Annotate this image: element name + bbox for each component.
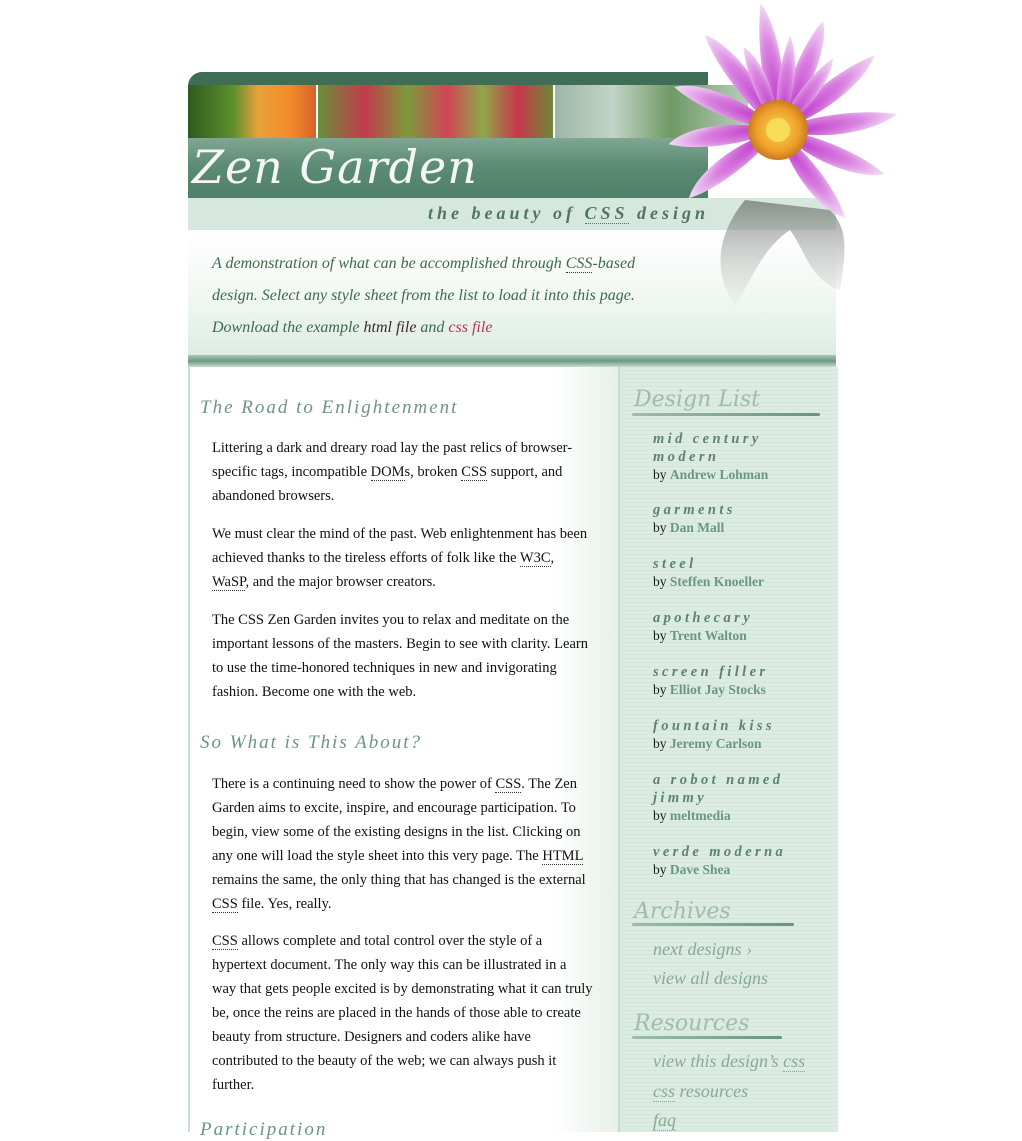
by-label: by <box>653 862 670 877</box>
intro-sentence: A demonstration of what can be accomplis… <box>212 255 566 272</box>
paragraph: CSS allows complete and total control ov… <box>212 929 594 1097</box>
design-author[interactable]: Elliot Jay Stocks <box>670 682 766 697</box>
design-byline: by meltmedia <box>653 807 823 825</box>
paragraph-text: s, broken <box>404 464 462 480</box>
paragraph-text: , and the major browser creators. <box>245 574 436 590</box>
section-title: Participation <box>200 1119 328 1140</box>
link-text: view this design’s <box>653 1051 784 1071</box>
design-byline: by Andrew Lohman <box>653 466 823 484</box>
sidebar: Design List mid century modern by Andrew… <box>618 367 838 1132</box>
leaves-photo <box>317 85 553 138</box>
download-and: and <box>416 319 449 336</box>
paragraph: There is a continuing need to show the p… <box>212 772 594 916</box>
design-byline: by Trent Walton <box>653 627 823 645</box>
design-author[interactable]: Jeremy Carlson <box>670 736 762 751</box>
abbr: css <box>653 1081 675 1102</box>
paragraph: We must clear the mind of the past. Web … <box>212 522 594 594</box>
paragraph-text: file. Yes, really. <box>237 896 332 912</box>
section-title: The Road to Enlightenment <box>200 397 459 418</box>
design-author[interactable]: meltmedia <box>670 808 731 823</box>
abbr: WaSP <box>212 574 246 591</box>
main-content: The Road to Enlightenment Littering a da… <box>188 367 622 1140</box>
section-title: So What is This About? <box>200 732 423 753</box>
paragraph-text: remains the same, the only thing that ha… <box>212 872 586 888</box>
by-label: by <box>653 736 670 751</box>
design-byline: by Jeremy Carlson <box>653 735 823 753</box>
abbr: CSS <box>495 776 522 793</box>
intro-text: A demonstration of what can be accomplis… <box>212 248 652 344</box>
design-item[interactable]: garments by Dan Mall <box>653 501 823 537</box>
abbr: W3C <box>519 550 551 567</box>
by-label: by <box>653 808 670 823</box>
lotus-flower-image <box>668 3 898 305</box>
download-prefix: Download the example <box>212 319 364 336</box>
paragraph: Littering a dark and dreary road lay the… <box>212 436 594 508</box>
paragraph-text: allows complete and total control over t… <box>212 933 593 1093</box>
view-all-designs-link[interactable]: view all designs <box>653 968 768 989</box>
abbr: DOM <box>370 464 405 481</box>
design-byline: by Dave Shea <box>653 861 823 879</box>
design-byline: by Dan Mall <box>653 519 823 537</box>
next-designs-link[interactable]: next designs › <box>653 939 752 960</box>
flower-photo <box>188 85 316 138</box>
design-list-heading: Design List <box>634 387 761 412</box>
design-name[interactable]: screen filler <box>653 663 823 681</box>
design-item[interactable]: verde moderna by Dave Shea <box>653 843 823 879</box>
site-logo: Zen Garden <box>192 140 478 194</box>
design-byline: by Elliot Jay Stocks <box>653 681 823 699</box>
link-text: resources <box>675 1081 749 1101</box>
abbr: HTML <box>542 848 583 865</box>
design-item[interactable]: apothecary by Trent Walton <box>653 609 823 645</box>
design-item[interactable]: fountain kiss by Jeremy Carlson <box>653 717 823 753</box>
abbr: CSS <box>212 933 238 950</box>
heading-rule <box>632 923 794 926</box>
design-item[interactable]: a robot named jimmy by meltmedia <box>653 771 823 825</box>
heading-rule <box>632 1036 782 1039</box>
design-name[interactable]: fountain kiss <box>653 717 823 735</box>
html-file-link[interactable]: html file <box>364 319 417 336</box>
by-label: by <box>653 628 670 643</box>
paragraph-text: , <box>550 550 555 566</box>
design-name[interactable]: a robot named jimmy <box>653 771 823 807</box>
by-label: by <box>653 682 670 697</box>
abbr: css <box>783 1051 806 1072</box>
design-name[interactable]: steel <box>653 555 823 573</box>
abbr: faq <box>653 1110 677 1131</box>
design-item[interactable]: steel by Steffen Knoeller <box>653 555 823 591</box>
css-file-link[interactable]: css file <box>448 319 492 336</box>
design-item[interactable]: screen filler by Elliot Jay Stocks <box>653 663 823 699</box>
design-name[interactable]: garments <box>653 501 823 519</box>
heading-rule <box>632 413 820 416</box>
design-author[interactable]: Steffen Knoeller <box>670 574 764 589</box>
design-author[interactable]: Andrew Lohman <box>670 467 768 482</box>
css-resources-link[interactable]: css resources <box>653 1081 748 1102</box>
paragraph-text: There is a continuing need to show the p… <box>212 776 496 792</box>
intro-divider <box>188 355 836 367</box>
paragraph: The CSS Zen Garden invites you to relax … <box>212 612 588 700</box>
archives-heading: Archives <box>634 899 731 924</box>
faq-link[interactable]: faq <box>653 1110 677 1131</box>
by-label: by <box>653 574 670 589</box>
design-author[interactable]: Dan Mall <box>670 520 724 535</box>
design-name[interactable]: verde moderna <box>653 843 823 861</box>
by-label: by <box>653 467 670 482</box>
design-byline: by Steffen Knoeller <box>653 573 823 591</box>
view-design-css-link[interactable]: view this design’s css <box>653 1051 806 1072</box>
intro-abbr: CSS <box>565 255 593 273</box>
tagline-abbr: CSS <box>584 203 629 224</box>
by-label: by <box>653 520 670 535</box>
design-author[interactable]: Trent Walton <box>670 628 747 643</box>
tagline-text: the beauty of <box>428 203 585 223</box>
abbr: CSS <box>461 464 488 481</box>
resources-heading: Resources <box>634 1011 750 1036</box>
design-author[interactable]: Dave Shea <box>670 862 730 877</box>
header-top-bar <box>188 72 708 86</box>
abbr: CSS <box>212 896 238 913</box>
design-item[interactable]: mid century modern by Andrew Lohman <box>653 430 823 484</box>
design-name[interactable]: mid century modern <box>653 430 823 466</box>
design-name[interactable]: apothecary <box>653 609 823 627</box>
